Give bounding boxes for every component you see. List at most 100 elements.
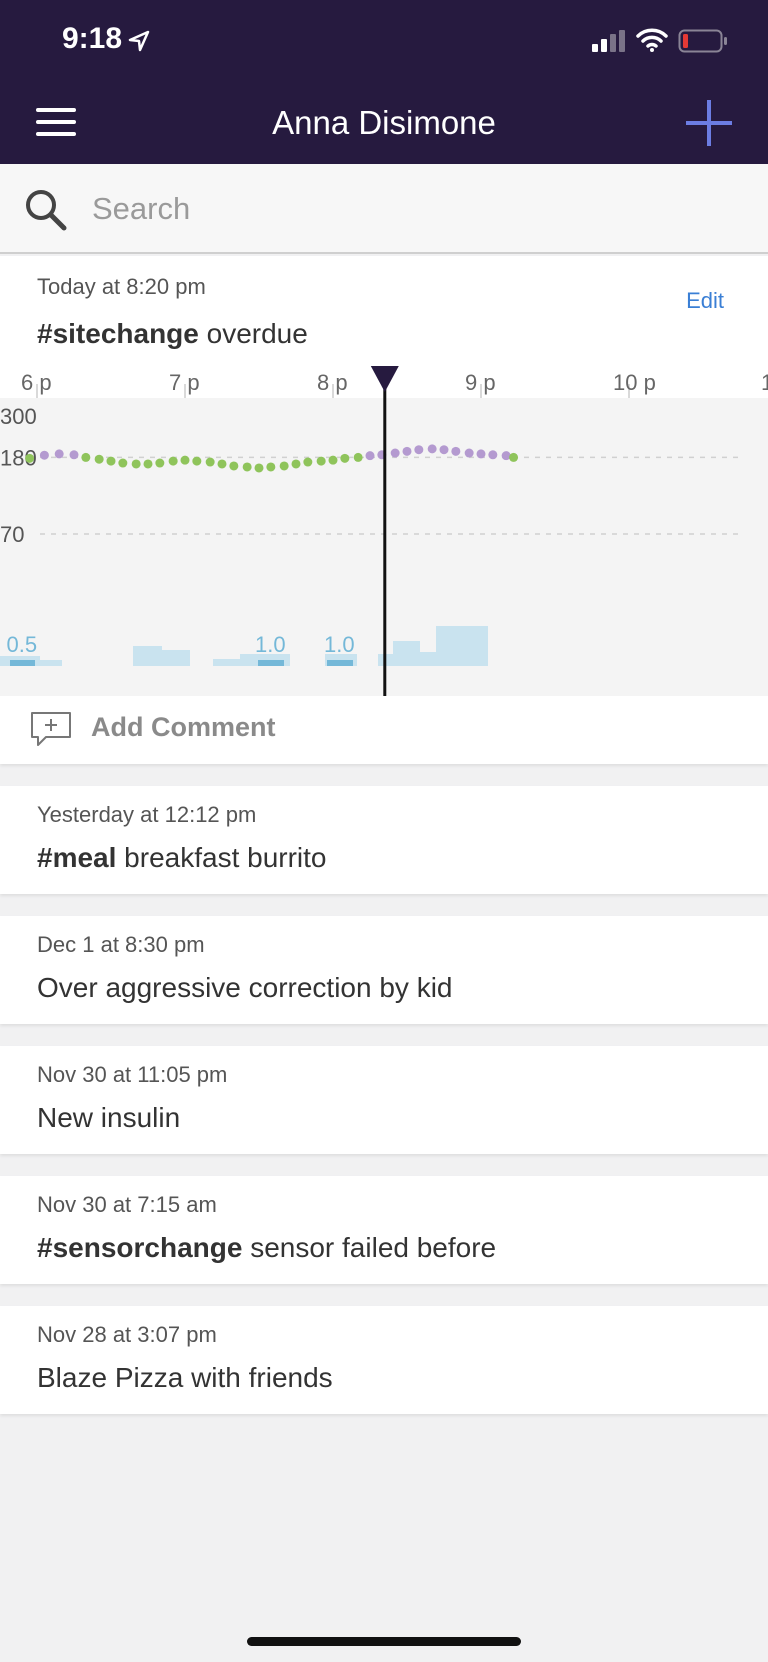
glucose-point — [390, 448, 400, 458]
note-text: Blaze Pizza with friends — [37, 1362, 333, 1394]
glucose-point — [365, 451, 375, 461]
note-body: sensor failed before — [242, 1232, 497, 1263]
glucose-point — [25, 453, 35, 463]
note-body: Over aggressive correction by kid — [37, 972, 453, 1003]
note-date: Nov 28 at 3:07 pm — [37, 1322, 217, 1347]
glucose-point — [316, 456, 326, 466]
x-tick-label: 9 p — [465, 370, 496, 395]
glucose-point — [242, 462, 252, 472]
status-bar: 9:18 — [0, 0, 768, 82]
glucose-point — [509, 452, 519, 462]
glucose-point — [54, 449, 64, 459]
note-text: #meal breakfast burrito — [37, 842, 327, 874]
glucose-point — [205, 457, 215, 467]
comment-add-icon — [31, 712, 71, 746]
x-tick-label: 8 p — [317, 370, 348, 395]
y-tick-label: 300 — [0, 404, 37, 429]
bolus-label: 1.0 — [324, 632, 355, 657]
glucose-point — [340, 453, 350, 463]
basal-bar — [213, 659, 240, 666]
basal-bar — [40, 660, 62, 666]
basal-bar — [162, 650, 190, 666]
note-card[interactable]: Nov 30 at 11:05 pm New insulin — [0, 1046, 768, 1154]
note-date: Nov 30 at 11:05 pm — [37, 1062, 228, 1087]
note-card[interactable]: Nov 28 at 3:07 pm Blaze Pizza with friend… — [0, 1306, 768, 1414]
note-text: #sitechange overdue — [37, 318, 308, 350]
note-date: Yesterday at 12:12 pm — [37, 802, 257, 827]
glucose-point — [39, 450, 49, 460]
glucose-point — [414, 445, 424, 455]
glucose-point — [488, 450, 498, 460]
search-bar — [0, 164, 768, 254]
bolus-bar — [327, 660, 353, 666]
glucose-chart-svg: 6 p7 p8 p9 p 10 p 1300180700.5 1.0 1.0 — [0, 366, 768, 696]
x-tick-label: 6 p — [21, 370, 52, 395]
glucose-point — [291, 459, 301, 469]
note-date: Dec 1 at 8:30 pm — [37, 932, 205, 957]
note-text: #sensorchange sensor failed before — [37, 1232, 496, 1264]
basal-bar — [420, 652, 436, 666]
home-indicator[interactable] — [247, 1637, 521, 1646]
note-text: Over aggressive correction by kid — [37, 972, 453, 1004]
note-card[interactable]: Nov 30 at 7:15 am #sensorchange sensor fa… — [0, 1176, 768, 1284]
note-date: Today at 8:20 pm — [37, 274, 206, 299]
y-tick-label: 70 — [0, 522, 24, 547]
x-tick-label: 1 — [761, 370, 768, 395]
glucose-point — [476, 449, 486, 459]
glucose-point — [254, 463, 264, 473]
add-note-button[interactable] — [686, 100, 732, 146]
glucose-point — [303, 457, 313, 467]
battery-icon — [678, 29, 727, 53]
glucose-point — [69, 450, 79, 460]
bolus-label: 0.5 — [7, 632, 38, 657]
wifi-icon — [636, 28, 668, 52]
cellular-signal-icon — [592, 30, 625, 52]
edit-button[interactable]: Edit — [686, 288, 724, 314]
glucose-point — [94, 454, 104, 464]
glucose-point — [143, 459, 153, 469]
glucose-point — [427, 444, 437, 454]
location-arrow-icon — [128, 30, 150, 52]
glucose-point — [192, 456, 202, 466]
status-time: 9:18 — [62, 22, 123, 55]
glucose-point — [451, 446, 461, 456]
glucose-point — [180, 455, 190, 465]
bolus-bar — [258, 660, 284, 666]
add-comment-label: Add Comment — [91, 712, 276, 742]
glucose-chart[interactable]: 6 p7 p8 p9 p 10 p 1 300 180 70 0.5 1.0 1.0 — [0, 366, 768, 696]
glucose-point — [106, 456, 116, 466]
glucose-point — [266, 462, 276, 472]
note-card-expanded[interactable]: Today at 8:20 pm Edit #sitechange overdu… — [0, 256, 768, 764]
glucose-point — [118, 458, 128, 468]
add-comment-button[interactable]: Add Comment — [0, 696, 768, 760]
glucose-point — [439, 445, 449, 455]
glucose-point — [402, 446, 412, 456]
bolus-label: 1.0 — [255, 632, 286, 657]
note-card[interactable]: Dec 1 at 8:30 pm Over aggressive correcti… — [0, 916, 768, 1024]
glucose-point — [229, 461, 239, 471]
bolus-bar — [10, 660, 35, 666]
glucose-point — [81, 452, 91, 462]
note-card[interactable]: Yesterday at 12:12 pm #meal breakfast bur… — [0, 786, 768, 894]
x-tick-label: 7 p — [169, 370, 200, 395]
glucose-point — [155, 458, 165, 468]
note-date: Nov 30 at 7:15 am — [37, 1192, 217, 1217]
note-body: breakfast burrito — [116, 842, 327, 873]
glucose-point — [279, 461, 289, 471]
glucose-point — [464, 448, 474, 458]
note-hashtag[interactable]: #sitechange — [37, 318, 199, 349]
current-time-marker-icon — [370, 366, 399, 392]
nav-bar: Anna Disimone — [0, 82, 768, 164]
glucose-point — [217, 459, 227, 469]
note-hashtag[interactable]: #sensorchange — [37, 1232, 242, 1263]
basal-bar — [436, 626, 488, 666]
basal-bar — [393, 641, 420, 666]
glucose-point — [328, 455, 338, 465]
note-body: New insulin — [37, 1102, 181, 1133]
page-title: Anna Disimone — [272, 104, 496, 141]
search-input[interactable] — [92, 184, 732, 234]
note-hashtag[interactable]: #meal — [37, 842, 116, 873]
note-body: Blaze Pizza with friends — [37, 1362, 333, 1393]
x-tick-label: 10 p — [613, 370, 656, 395]
note-body: overdue — [198, 318, 308, 349]
